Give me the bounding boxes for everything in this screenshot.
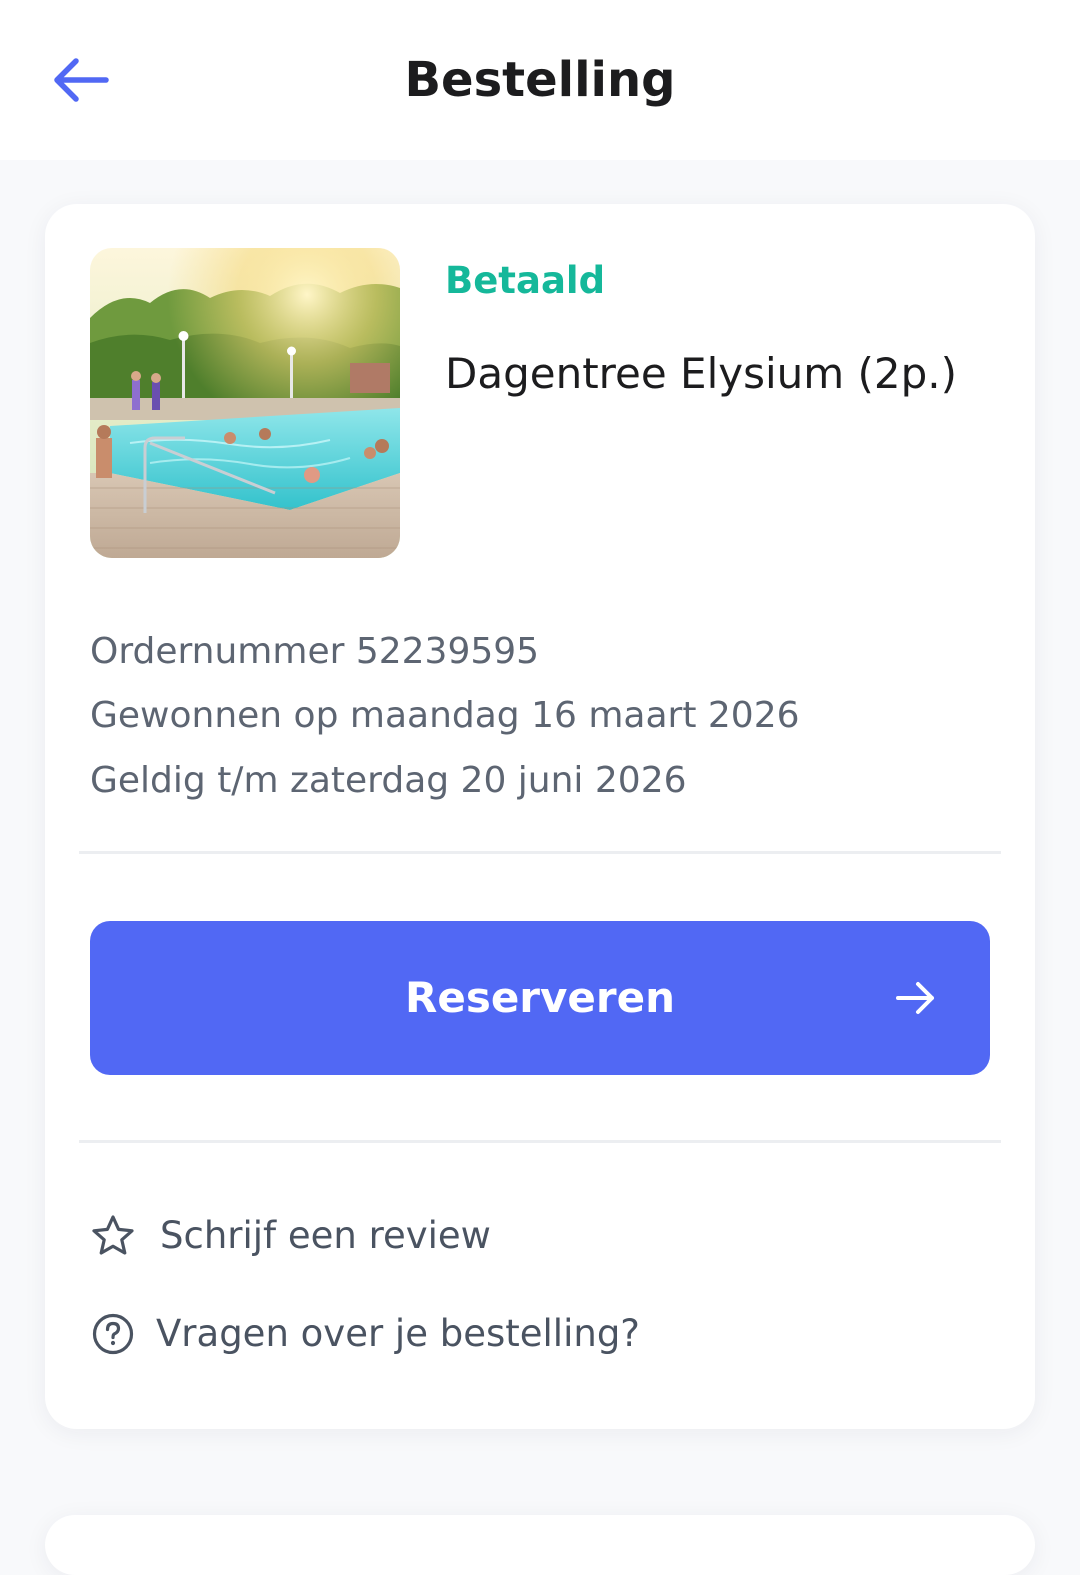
reserve-button-label: Reserveren bbox=[405, 973, 675, 1022]
divider bbox=[79, 1140, 1001, 1143]
app-header: Bestelling bbox=[0, 0, 1080, 160]
write-review-link[interactable]: Schrijf een review bbox=[90, 1206, 491, 1266]
product-name: Dagentree Elysium (2p.) bbox=[445, 349, 958, 398]
page-title: Bestelling bbox=[404, 52, 676, 108]
product-image bbox=[90, 248, 400, 558]
order-number: Ordernummer 52239595 bbox=[90, 631, 540, 672]
divider bbox=[79, 851, 1001, 854]
arrow-right-icon bbox=[896, 982, 934, 1014]
valid-until-date: Geldig t/m zaterdag 20 juni 2026 bbox=[90, 760, 687, 801]
status-badge: Betaald bbox=[445, 259, 606, 302]
next-card bbox=[45, 1515, 1035, 1575]
won-date: Gewonnen op maandag 16 maart 2026 bbox=[90, 695, 800, 736]
order-questions-label: Vragen over je bestelling? bbox=[156, 1312, 640, 1355]
question-circle-icon bbox=[90, 1311, 136, 1357]
order-card: Betaald Dagentree Elysium (2p.) Ordernum… bbox=[45, 204, 1035, 1429]
write-review-label: Schrijf een review bbox=[160, 1214, 491, 1257]
reserve-button[interactable]: Reserveren bbox=[90, 921, 990, 1075]
star-outline-icon bbox=[90, 1213, 136, 1259]
order-questions-link[interactable]: Vragen over je bestelling? bbox=[90, 1304, 640, 1364]
